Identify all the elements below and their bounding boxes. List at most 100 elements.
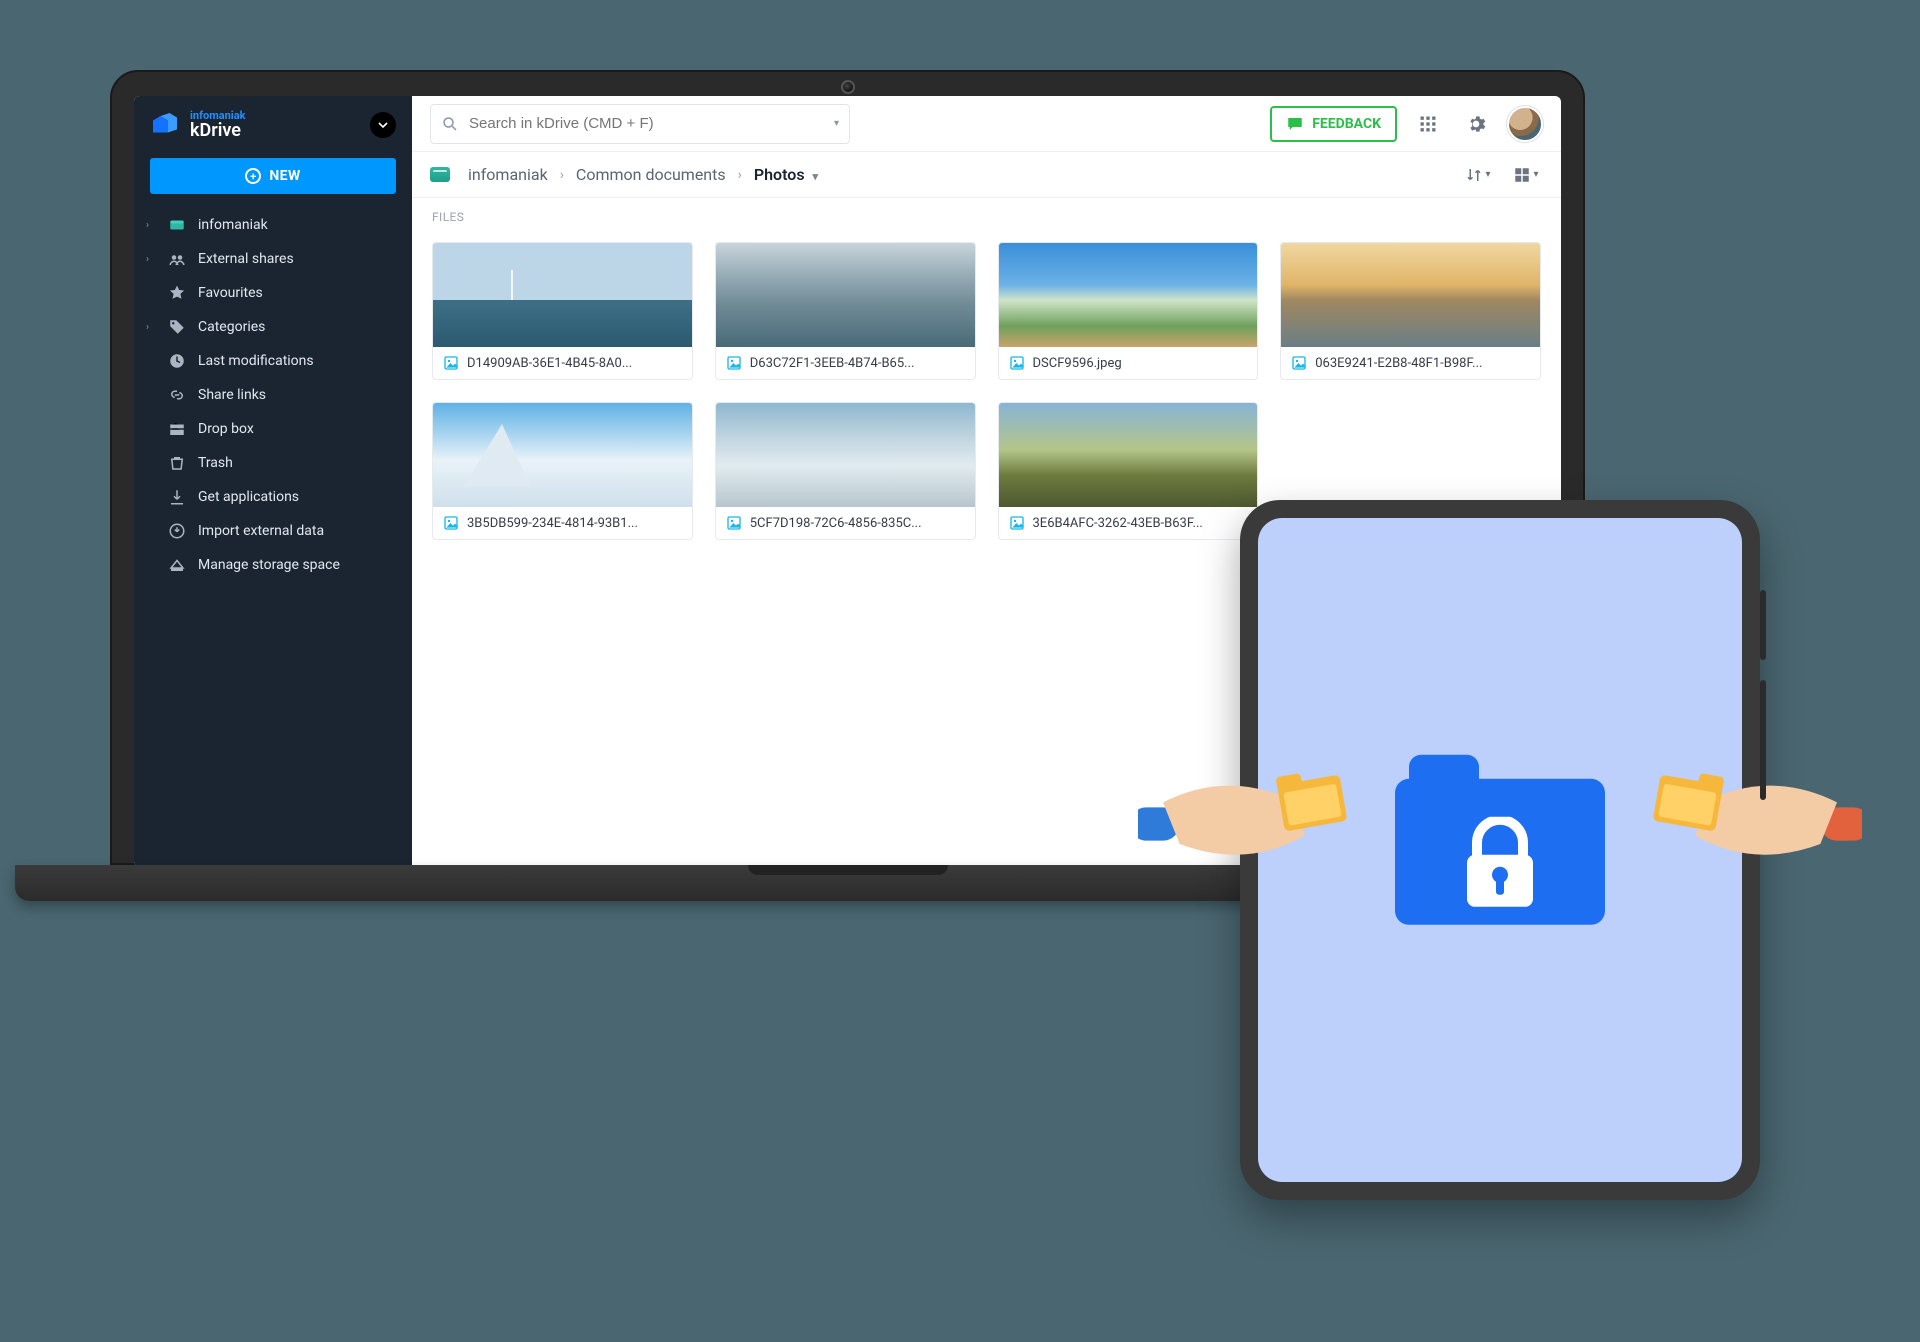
locked-folder-icon (1395, 755, 1605, 925)
search-input[interactable]: ▾ (430, 104, 850, 144)
file-name: D63C72F1-3EEB-4B74-B65... (750, 356, 965, 371)
hand-left-icon (1138, 744, 1388, 894)
sort-icon (1465, 166, 1483, 184)
chevron-down-icon (378, 120, 388, 130)
trash-icon (168, 454, 186, 472)
new-button[interactable]: + NEW (150, 158, 396, 194)
file-name: 3E6B4AFC-3262-43EB-B63F... (1033, 516, 1248, 531)
hand-right-icon (1612, 744, 1862, 894)
chevron-right-icon: › (146, 220, 156, 231)
sidebar-item-label: Trash (198, 455, 233, 471)
search-icon (441, 115, 459, 133)
file-card[interactable]: 3B5DB599-234E-4814-93B1... (432, 402, 693, 540)
drive-icon (168, 216, 186, 234)
file-thumbnail (1281, 243, 1540, 347)
sidebar-item-download[interactable]: ›Get applications (134, 480, 412, 514)
storage-icon (168, 556, 186, 574)
sidebar: infomaniak kDrive + NEW › infomaniak ›Exte… (134, 96, 412, 867)
dropbox-icon (168, 420, 186, 438)
sidebar-item-clock[interactable]: ›Last modifications (134, 344, 412, 378)
settings-button[interactable] (1459, 107, 1493, 141)
sidebar-item-label: Favourites (198, 285, 263, 301)
shares-icon (168, 250, 186, 268)
speech-bubble-icon (1286, 115, 1304, 133)
file-thumbnail (999, 403, 1258, 507)
file-card[interactable]: 5CF7D198-72C6-4856-835C... (715, 402, 976, 540)
caret-down-icon: ▾ (1485, 169, 1490, 180)
sidebar-item-storage[interactable]: ›Manage storage space (134, 548, 412, 582)
sidebar-item-trash[interactable]: ›Trash (134, 446, 412, 480)
image-file-icon (726, 355, 742, 371)
toolbar: infomaniak › Common documents › Photos ▾… (412, 152, 1561, 198)
sidebar-item-dropbox[interactable]: ›Drop box (134, 412, 412, 446)
brand-title: kDrive (190, 122, 245, 141)
sidebar-item-label: Drop box (198, 421, 254, 437)
file-card[interactable]: D63C72F1-3EEB-4B74-B65... (715, 242, 976, 380)
file-thumbnail (433, 403, 692, 507)
sidebar-item-label: External shares (198, 251, 294, 267)
tag-icon (168, 318, 186, 336)
sidebar-item-star[interactable]: ›Favourites (134, 276, 412, 310)
file-name: DSCF9596.jpeg (1033, 356, 1248, 371)
breadcrumb-current-label: Photos (754, 165, 805, 184)
link-icon (168, 386, 186, 404)
tablet-illustration (1240, 500, 1760, 1200)
files-section-header: FILES (412, 198, 1561, 236)
image-file-icon (1291, 355, 1307, 371)
file-card[interactable]: D14909AB-36E1-4B45-8A0... (432, 242, 693, 380)
clock-icon (168, 352, 186, 370)
image-file-icon (443, 355, 459, 371)
gear-icon (1466, 114, 1486, 134)
star-icon (168, 284, 186, 302)
search-field[interactable] (469, 115, 824, 132)
import-icon (168, 522, 186, 540)
avatar[interactable] (1507, 106, 1543, 142)
new-button-label: NEW (269, 168, 300, 184)
sidebar-item-drive[interactable]: › infomaniak (134, 208, 412, 242)
file-thumbnail (999, 243, 1258, 347)
camera-icon (841, 80, 855, 94)
grid-view-icon (1513, 166, 1531, 184)
lock-icon (1457, 817, 1543, 913)
apps-grid-icon (1418, 114, 1438, 134)
sidebar-item-link[interactable]: ›Share links (134, 378, 412, 412)
file-thumbnail (433, 243, 692, 347)
file-name: 5CF7D198-72C6-4856-835C... (750, 516, 965, 531)
sidebar-item-label: Share links (198, 387, 266, 403)
plus-icon: + (245, 168, 261, 184)
sidebar-item-label: Categories (198, 319, 265, 335)
feedback-label: FEEDBACK (1312, 116, 1381, 132)
brand[interactable]: infomaniak kDrive (134, 96, 412, 150)
breadcrumb-current[interactable]: Photos ▾ (748, 161, 824, 188)
chevron-down-icon: ▾ (813, 170, 819, 183)
sidebar-item-label: Last modifications (198, 353, 314, 369)
image-file-icon (1009, 515, 1025, 531)
image-file-icon (443, 515, 459, 531)
feedback-button[interactable]: FEEDBACK (1270, 106, 1397, 142)
kdrive-logo-icon (150, 113, 180, 137)
sidebar-item-label: Manage storage space (198, 557, 340, 573)
apps-grid-button[interactable] (1411, 107, 1445, 141)
breadcrumb-drive[interactable]: infomaniak (462, 161, 554, 188)
sidebar-item-label: Get applications (198, 489, 299, 505)
caret-down-icon: ▾ (1533, 169, 1538, 180)
breadcrumb-folder[interactable]: Common documents (570, 161, 732, 188)
sidebar-item-import[interactable]: ›Import external data (134, 514, 412, 548)
file-thumbnail (716, 403, 975, 507)
account-switcher[interactable] (370, 112, 396, 138)
sidebar-item-label: infomaniak (198, 217, 268, 233)
file-name: 063E9241-E2B8-48F1-B98F... (1315, 356, 1530, 371)
breadcrumb: infomaniak › Common documents › Photos ▾ (430, 161, 1455, 188)
file-card[interactable]: 063E9241-E2B8-48F1-B98F... (1280, 242, 1541, 380)
sidebar-item-tag[interactable]: ›Categories (134, 310, 412, 344)
chevron-right-icon: › (738, 167, 742, 183)
file-name: 3B5DB599-234E-4814-93B1... (467, 516, 682, 531)
file-card[interactable]: 3E6B4AFC-3262-43EB-B63F... (998, 402, 1259, 540)
chevron-right-icon: › (560, 167, 564, 183)
sort-button[interactable]: ▾ (1461, 158, 1495, 192)
download-icon (168, 488, 186, 506)
sidebar-item-shares[interactable]: ›External shares (134, 242, 412, 276)
view-mode-button[interactable]: ▾ (1509, 158, 1543, 192)
search-options-caret[interactable]: ▾ (834, 118, 839, 129)
file-card[interactable]: DSCF9596.jpeg (998, 242, 1259, 380)
